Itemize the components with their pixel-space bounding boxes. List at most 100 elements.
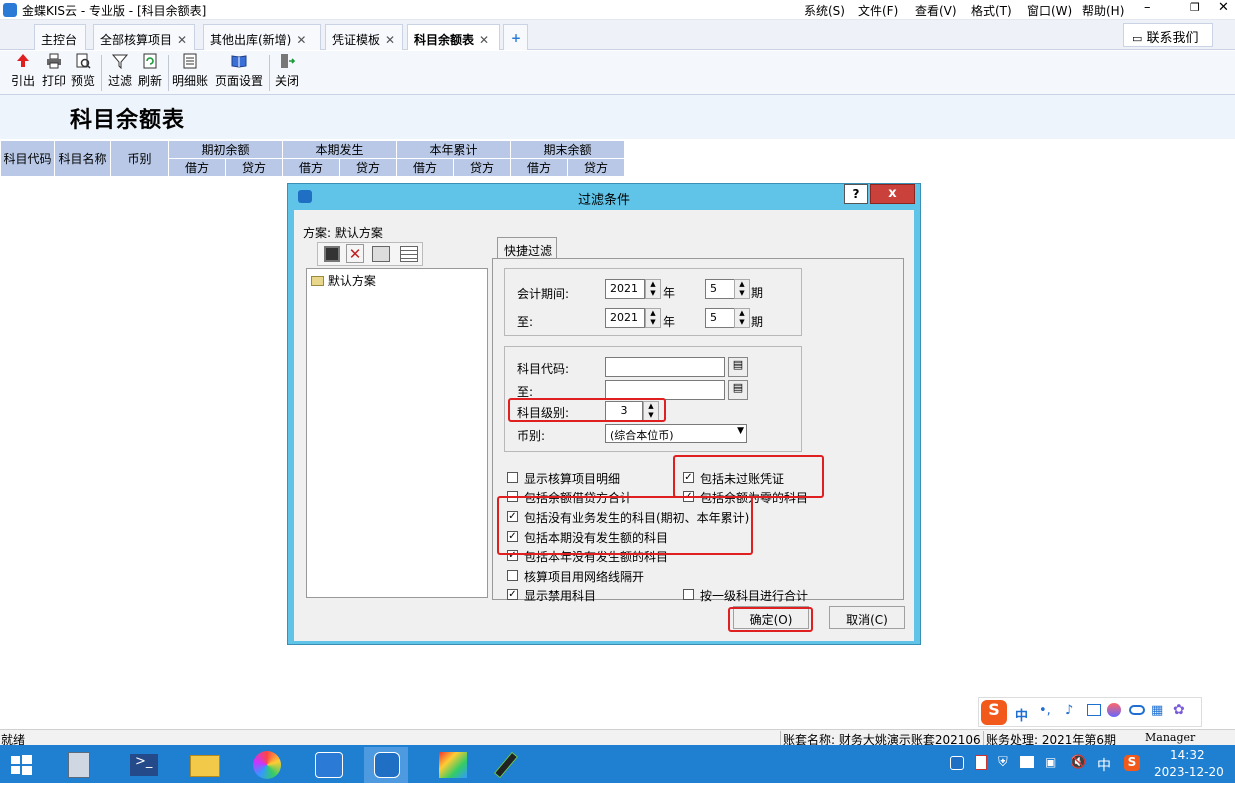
period-to-spinner[interactable]: ▲ ▼ — [734, 308, 750, 328]
column-header[interactable]: 科目代码 — [0, 140, 55, 177]
detail-ledger-button[interactable]: 明细账 — [171, 53, 209, 89]
menu-view[interactable]: 查看(V) — [915, 2, 957, 19]
refresh-button[interactable]: 刷新 — [135, 53, 165, 89]
tab-voucher-template[interactable]: 凭证模板 ✕ — [325, 24, 403, 50]
settings-icon[interactable]: ✿ — [1173, 702, 1185, 718]
skin-icon[interactable] — [1107, 703, 1121, 717]
option-checkbox[interactable] — [507, 570, 518, 581]
menu-system[interactable]: 系统(S) — [804, 2, 845, 19]
copy-scheme-icon[interactable] — [372, 246, 390, 262]
menu-format[interactable]: 格式(T) — [971, 2, 1012, 19]
ime-lang-toggle[interactable]: 中 — [1015, 705, 1028, 724]
delete-icon[interactable]: ✕ — [346, 244, 364, 263]
game-icon[interactable] — [1129, 705, 1145, 715]
year-from-input[interactable]: 2021 — [605, 279, 645, 299]
sogou-logo-icon[interactable]: S — [981, 700, 1007, 725]
help-button[interactable]: ? — [844, 184, 868, 204]
exit-door-icon — [281, 54, 295, 68]
option-checkbox[interactable] — [507, 472, 518, 483]
period-from-input[interactable]: 5 — [705, 279, 735, 299]
minimize-icon[interactable]: – — [1144, 0, 1151, 15]
option-checkbox[interactable] — [683, 589, 694, 600]
menu-file[interactable]: 文件(F) — [858, 2, 898, 19]
network-icon[interactable]: ▣ — [1045, 755, 1056, 769]
pen-tool-icon[interactable] — [490, 747, 534, 783]
period-to-input[interactable]: 5 — [705, 308, 735, 328]
scheme-label: 方案: 默认方案 — [303, 226, 383, 240]
year-from-spinner[interactable]: ▲ ▼ — [645, 279, 661, 299]
chat-icon: ▭ — [1132, 32, 1143, 45]
tab-quick-filter[interactable]: 快捷过滤 — [497, 237, 557, 259]
debit-header[interactable]: 借方 — [510, 158, 568, 177]
option-checkbox[interactable]: ✓ — [507, 589, 518, 600]
file-explorer-icon[interactable] — [183, 747, 227, 783]
volume-muted-icon[interactable]: 🔇 — [1070, 755, 1086, 770]
clock-date[interactable]: 2023-12-20 — [1154, 765, 1224, 779]
preview-button[interactable]: 预览 — [68, 53, 98, 89]
tab-close-icon[interactable]: ✕ — [385, 33, 395, 47]
menu-help[interactable]: 帮助(H) — [1082, 2, 1124, 19]
year-unit: 年 — [663, 286, 676, 300]
save-icon[interactable] — [324, 246, 340, 262]
debit-header[interactable]: 借方 — [396, 158, 454, 177]
start-button[interactable] — [0, 747, 44, 783]
account-code-to-input[interactable] — [605, 380, 725, 400]
tab-close-icon[interactable]: ✕ — [177, 33, 187, 47]
credit-header[interactable]: 贷方 — [453, 158, 511, 177]
tray-window-icon[interactable] — [1020, 756, 1034, 768]
tab-all-items[interactable]: 全部核算项目 ✕ — [93, 24, 195, 50]
filter-button[interactable]: 过滤 — [105, 53, 135, 89]
paint-app-icon[interactable] — [430, 747, 474, 783]
tray-flag-icon[interactable] — [975, 755, 987, 770]
add-tab-icon[interactable]: + — [503, 24, 528, 50]
tray-kis-icon[interactable] — [950, 756, 964, 770]
contact-us-button[interactable]: ▭ 联系我们 — [1123, 23, 1213, 47]
tab-close-icon[interactable]: ✕ — [479, 33, 489, 47]
export-button[interactable]: 引出 — [8, 53, 38, 89]
apps-icon[interactable]: ▦ — [1151, 703, 1163, 718]
debit-header[interactable]: 借方 — [168, 158, 226, 177]
tray-ime-indicator[interactable]: 中 — [1097, 755, 1111, 775]
close-report-button[interactable]: 关闭 — [273, 53, 301, 89]
currency-select[interactable]: (综合本位币) ▼ — [605, 424, 747, 443]
clock-time[interactable]: 14:32 — [1170, 748, 1205, 762]
server-manager-icon[interactable] — [58, 747, 102, 783]
tray-security-icon[interactable]: ⛨ — [998, 755, 1008, 770]
cancel-button[interactable]: 取消(C) — [829, 606, 905, 629]
dialog-title-bar[interactable]: 过滤条件 ? x — [288, 184, 920, 208]
account-lookup-icon[interactable]: ▤ — [728, 357, 748, 377]
browser-icon[interactable] — [244, 747, 288, 783]
credit-header[interactable]: 贷方 — [225, 158, 283, 177]
tab-close-icon[interactable]: ✕ — [296, 33, 306, 47]
punctuation-icon[interactable]: •, — [1039, 703, 1051, 718]
kis-active-window-icon[interactable] — [364, 747, 408, 783]
tree-item-default-scheme[interactable]: 默认方案 — [311, 272, 376, 289]
dialog-title: 过滤条件 — [577, 193, 630, 208]
tray-sogou-icon[interactable]: S — [1124, 755, 1140, 771]
tab-other-outbound[interactable]: 其他出库(新增) ✕ — [203, 24, 321, 50]
account-code-from-input[interactable] — [605, 357, 725, 377]
tab-account-balance[interactable]: 科目余额表 ✕ — [407, 24, 500, 50]
powershell-icon[interactable]: >_ — [122, 747, 166, 783]
kis-cloud-icon[interactable] — [306, 747, 350, 783]
tab-main-console[interactable]: 主控台 — [34, 24, 86, 50]
account-lookup-icon[interactable]: ▤ — [728, 380, 748, 400]
debit-header[interactable]: 借方 — [282, 158, 340, 177]
restore-icon[interactable]: ❐ — [1190, 1, 1200, 14]
year-to-input[interactable]: 2021 — [605, 308, 645, 328]
period-from-spinner[interactable]: ▲ ▼ — [734, 279, 750, 299]
grid-icon[interactable] — [400, 246, 418, 262]
year-to-spinner[interactable]: ▲ ▼ — [645, 308, 661, 328]
print-button[interactable]: 打印 — [39, 53, 69, 89]
menu-window[interactable]: 窗口(W) — [1027, 2, 1072, 19]
page-setup-button[interactable]: 页面设置 — [213, 53, 265, 89]
keyboard-icon[interactable] — [1087, 704, 1101, 716]
period-to-label: 至: — [517, 315, 534, 329]
microphone-icon[interactable]: ♪ — [1065, 703, 1073, 718]
credit-header[interactable]: 贷方 — [339, 158, 397, 177]
close-icon[interactable]: ✕ — [1218, 0, 1229, 15]
credit-header[interactable]: 贷方 — [567, 158, 625, 177]
column-header[interactable]: 币别 — [110, 140, 169, 177]
column-header[interactable]: 科目名称 — [54, 140, 111, 177]
dialog-close-button[interactable]: x — [870, 184, 915, 204]
